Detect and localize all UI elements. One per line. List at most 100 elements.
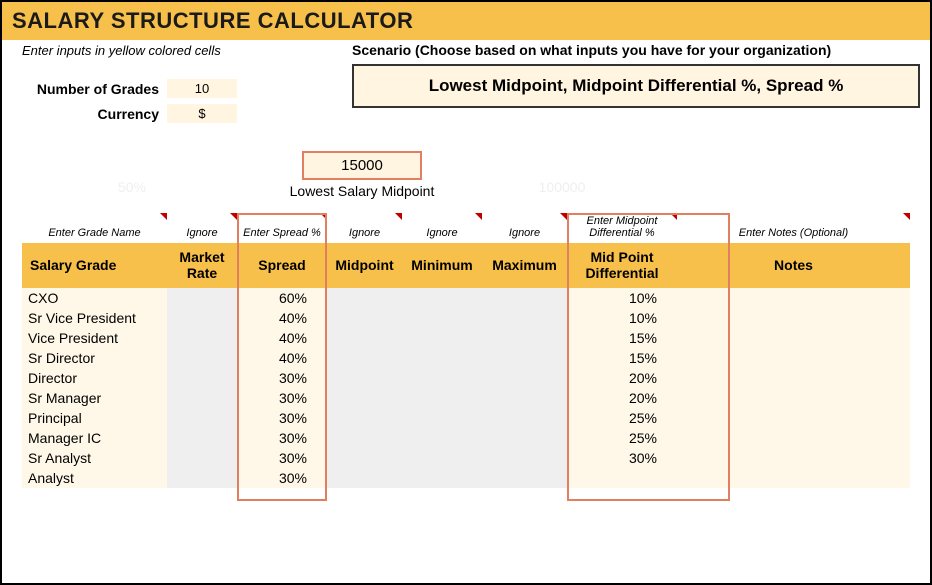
cell-notes[interactable] xyxy=(677,468,910,488)
th-maximum: Maximum xyxy=(482,243,567,288)
faded-left: 50% xyxy=(2,175,262,199)
table-row: Manager IC 30% 25% xyxy=(22,428,910,448)
helper-diff: Enter Midpoint Differential % xyxy=(567,213,677,243)
cell-notes[interactable] xyxy=(677,408,910,428)
cell-market xyxy=(167,348,237,368)
cell-midpoint xyxy=(327,468,402,488)
cell-notes[interactable] xyxy=(677,348,910,368)
cell-notes[interactable] xyxy=(677,428,910,448)
lowest-midpoint-input[interactable]: 15000 xyxy=(302,151,422,180)
cell-maximum xyxy=(482,328,567,348)
cell-maximum xyxy=(482,408,567,428)
cell-maximum xyxy=(482,368,567,388)
cell-spread[interactable]: 30% xyxy=(237,408,327,428)
cell-minimum xyxy=(402,328,482,348)
cell-market xyxy=(167,308,237,328)
cell-maximum xyxy=(482,388,567,408)
cell-diff[interactable]: 30% xyxy=(567,448,677,468)
cell-notes[interactable] xyxy=(677,308,910,328)
cell-diff[interactable]: 10% xyxy=(567,308,677,328)
cell-maximum xyxy=(482,448,567,468)
cell-midpoint xyxy=(327,368,402,388)
grades-input[interactable]: 10 xyxy=(167,79,237,98)
cell-midpoint xyxy=(327,328,402,348)
cell-grade[interactable]: CXO xyxy=(22,288,167,309)
cell-minimum xyxy=(402,408,482,428)
cell-grade[interactable]: Analyst xyxy=(22,468,167,488)
cell-spread[interactable]: 60% xyxy=(237,288,327,309)
helper-midpoint: Ignore xyxy=(327,213,402,243)
cell-grade[interactable]: Principal xyxy=(22,408,167,428)
cell-diff[interactable]: 10% xyxy=(567,288,677,309)
salary-table: Enter Grade Name Ignore Enter Spread % I… xyxy=(22,213,910,488)
helper-maximum: Ignore xyxy=(482,213,567,243)
cell-midpoint xyxy=(327,308,402,328)
scenario-select[interactable]: Lowest Midpoint, Midpoint Differential %… xyxy=(352,64,920,108)
helper-market: Ignore xyxy=(167,213,237,243)
cell-spread[interactable]: 30% xyxy=(237,388,327,408)
table-row: Sr Vice President 40% 10% xyxy=(22,308,910,328)
cell-grade[interactable]: Manager IC xyxy=(22,428,167,448)
cell-notes[interactable] xyxy=(677,328,910,348)
cell-market xyxy=(167,468,237,488)
currency-input[interactable]: $ xyxy=(167,104,237,123)
table-row: Sr Manager 30% 20% xyxy=(22,388,910,408)
grades-label: Number of Grades xyxy=(12,81,167,97)
cell-minimum xyxy=(402,348,482,368)
cell-market xyxy=(167,288,237,309)
th-notes: Notes xyxy=(677,243,910,288)
cell-spread[interactable]: 40% xyxy=(237,308,327,328)
table-row: Sr Director 40% 15% xyxy=(22,348,910,368)
cell-notes[interactable] xyxy=(677,388,910,408)
cell-spread[interactable]: 30% xyxy=(237,468,327,488)
cell-midpoint xyxy=(327,408,402,428)
helper-notes: Enter Notes (Optional) xyxy=(677,213,910,243)
cell-midpoint xyxy=(327,428,402,448)
cell-diff[interactable]: 15% xyxy=(567,348,677,368)
cell-notes[interactable] xyxy=(677,288,910,309)
scenario-label: Scenario (Choose based on what inputs yo… xyxy=(352,40,920,64)
cell-market xyxy=(167,428,237,448)
cell-grade[interactable]: Vice President xyxy=(22,328,167,348)
th-market: Market Rate xyxy=(167,243,237,288)
cell-market xyxy=(167,388,237,408)
cell-grade[interactable]: Director xyxy=(22,368,167,388)
cell-midpoint xyxy=(327,288,402,309)
table-row: CXO 60% 10% xyxy=(22,288,910,309)
cell-minimum xyxy=(402,368,482,388)
cell-midpoint xyxy=(327,388,402,408)
cell-diff[interactable]: 25% xyxy=(567,408,677,428)
cell-grade[interactable]: Sr Analyst xyxy=(22,448,167,468)
cell-diff[interactable] xyxy=(567,468,677,488)
lowest-midpoint-label: Lowest Salary Midpoint xyxy=(262,180,462,199)
cell-spread[interactable]: 40% xyxy=(237,348,327,368)
cell-minimum xyxy=(402,388,482,408)
table-row: Director 30% 20% xyxy=(22,368,910,388)
cell-notes[interactable] xyxy=(677,448,910,468)
cell-maximum xyxy=(482,468,567,488)
cell-maximum xyxy=(482,308,567,328)
cell-midpoint xyxy=(327,448,402,468)
cell-grade[interactable]: Sr Vice President xyxy=(22,308,167,328)
cell-spread[interactable]: 40% xyxy=(237,328,327,348)
page-title: SALARY STRUCTURE CALCULATOR xyxy=(2,2,930,40)
cell-minimum xyxy=(402,288,482,309)
helper-grade: Enter Grade Name xyxy=(22,213,167,243)
cell-diff[interactable]: 25% xyxy=(567,428,677,448)
cell-market xyxy=(167,328,237,348)
cell-spread[interactable]: 30% xyxy=(237,448,327,468)
cell-market xyxy=(167,408,237,428)
cell-grade[interactable]: Sr Manager xyxy=(22,388,167,408)
cell-grade[interactable]: Sr Director xyxy=(22,348,167,368)
cell-spread[interactable]: 30% xyxy=(237,368,327,388)
cell-diff[interactable]: 15% xyxy=(567,328,677,348)
cell-minimum xyxy=(402,428,482,448)
cell-diff[interactable]: 20% xyxy=(567,388,677,408)
cell-notes[interactable] xyxy=(677,368,910,388)
cell-diff[interactable]: 20% xyxy=(567,368,677,388)
cell-maximum xyxy=(482,288,567,309)
cell-spread[interactable]: 30% xyxy=(237,428,327,448)
th-midpoint: Midpoint xyxy=(327,243,402,288)
cell-maximum xyxy=(482,348,567,368)
faded-right: 100000 xyxy=(462,175,662,199)
